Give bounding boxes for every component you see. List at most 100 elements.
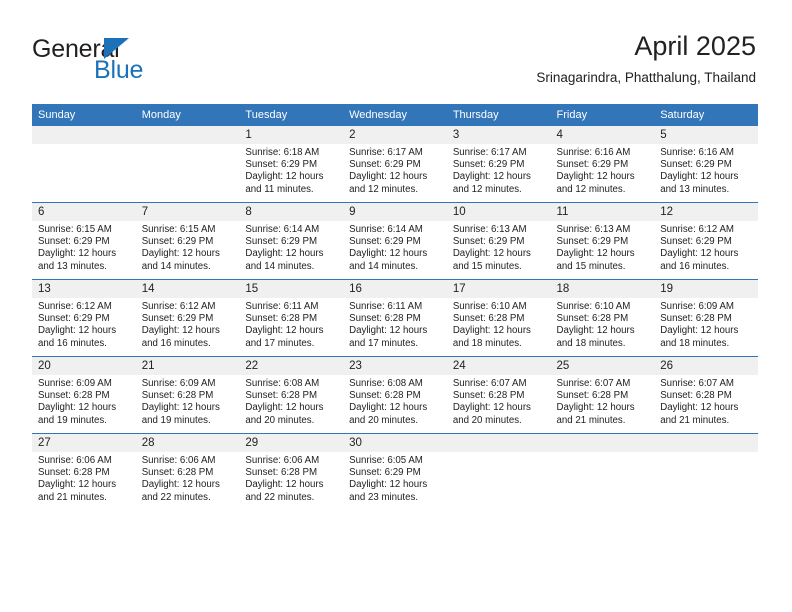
sunset-text: Sunset: 6:29 PM: [141, 313, 214, 325]
daylight-text-line2: and 21 minutes.: [660, 414, 730, 426]
calendar-body: 1 Sunrise: 6:18 AM Sunset: 6:29 PM Daylight…: [32, 126, 758, 510]
day-details: Sunrise: 6:13 AM Sunset: 6:29 PM Daylight:…: [447, 221, 551, 273]
day-number: 21: [135, 357, 240, 375]
sunset-text: Sunset: 6:29 PM: [660, 236, 732, 248]
weekday-header-saturday: Saturday: [654, 104, 758, 126]
daylight-text-line1: Daylight: 12 hours: [141, 402, 220, 414]
sunset-text: Sunset: 6:29 PM: [245, 159, 318, 171]
sunrise-text: Sunrise: 6:08 AM: [245, 378, 320, 389]
calendar-day-cell[interactable]: 15 Sunrise: 6:11 AM Sunset: 6:28 PM Dayligh…: [239, 279, 344, 357]
sunrise-text: Sunrise: 6:08 AM: [349, 378, 423, 389]
day-number: 29: [239, 434, 344, 452]
calendar-day-cell[interactable]: 28 Sunrise: 6:06 AM Sunset: 6:28 PM Dayligh…: [135, 433, 240, 510]
sunrise-text: Sunrise: 6:07 AM: [660, 378, 734, 389]
day-details: Sunrise: 6:12 AM Sunset: 6:29 PM Daylight:…: [136, 298, 240, 350]
calendar-empty-cell: [550, 433, 655, 510]
sunset-text: Sunset: 6:28 PM: [245, 313, 318, 325]
calendar-day-cell[interactable]: 8 Sunrise: 6:14 AM Sunset: 6:29 PM Daylight…: [239, 202, 344, 280]
calendar-day-cell[interactable]: 11 Sunrise: 6:13 AM Sunset: 6:29 PM Dayligh…: [550, 202, 655, 280]
day-number: 20: [32, 357, 136, 375]
calendar-day-cell[interactable]: 20 Sunrise: 6:09 AM Sunset: 6:28 PM Dayligh…: [32, 356, 136, 434]
sunrise-text: Sunrise: 6:13 AM: [556, 224, 631, 235]
calendar-empty-cell: [654, 433, 758, 510]
calendar-day-cell[interactable]: 26 Sunrise: 6:07 AM Sunset: 6:28 PM Dayligh…: [654, 356, 758, 434]
day-details: Sunrise: 6:15 AM Sunset: 6:29 PM Daylight:…: [32, 221, 136, 273]
weekday-header-row: Sunday Monday Tuesday Wednesday Thursday Frid…: [32, 104, 758, 126]
calendar-day-cell[interactable]: 17 Sunrise: 6:10 AM Sunset: 6:28 PM Dayligh…: [446, 279, 551, 357]
calendar-day-cell[interactable]: 13 Sunrise: 6:12 AM Sunset: 6:29 PM Dayligh…: [32, 279, 136, 357]
calendar-day-cell[interactable]: 1 Sunrise: 6:18 AM Sunset: 6:29 PM Daylight…: [239, 126, 344, 203]
sunset-text: Sunset: 6:28 PM: [38, 390, 110, 402]
day-details: Sunrise: 6:08 AM Sunset: 6:28 PM Daylight:…: [343, 375, 447, 427]
daylight-text-line2: and 12 minutes.: [452, 183, 522, 195]
calendar-day-cell[interactable]: 22 Sunrise: 6:08 AM Sunset: 6:28 PM Dayligh…: [239, 356, 344, 434]
calendar-day-cell[interactable]: 14 Sunrise: 6:12 AM Sunset: 6:29 PM Dayligh…: [135, 279, 240, 357]
day-details: Sunrise: 6:07 AM Sunset: 6:28 PM Daylight:…: [654, 375, 758, 427]
calendar-day-cell[interactable]: 27 Sunrise: 6:06 AM Sunset: 6:28 PM Dayligh…: [32, 433, 136, 510]
sunrise-text: Sunrise: 6:11 AM: [349, 301, 423, 312]
day-details: Sunrise: 6:11 AM Sunset: 6:28 PM Daylight:…: [239, 298, 343, 350]
daylight-text-line2: and 14 minutes.: [141, 260, 211, 272]
day-number: 23: [343, 357, 447, 375]
daylight-text-line1: Daylight: 12 hours: [660, 402, 739, 414]
calendar-day-cell[interactable]: 24 Sunrise: 6:07 AM Sunset: 6:28 PM Dayligh…: [446, 356, 551, 434]
daylight-text-line2: and 13 minutes.: [38, 260, 107, 272]
sunset-text: Sunset: 6:28 PM: [556, 390, 629, 402]
daylight-text-line2: and 16 minutes.: [660, 260, 730, 272]
page-subtitle: Srinagarindra, Phatthalung, Thailand: [536, 70, 756, 85]
weekday-header-thursday: Thursday: [446, 104, 551, 126]
sunrise-text: Sunrise: 6:17 AM: [349, 147, 423, 158]
calendar-day-cell[interactable]: 10 Sunrise: 6:13 AM Sunset: 6:29 PM Dayligh…: [446, 202, 551, 280]
calendar-day-cell[interactable]: 7 Sunrise: 6:15 AM Sunset: 6:29 PM Daylight…: [135, 202, 240, 280]
day-number: [135, 126, 240, 144]
weekday-header-wednesday: Wednesday: [343, 104, 447, 126]
daylight-text-line2: and 13 minutes.: [660, 183, 730, 195]
daylight-text-line2: and 20 minutes.: [349, 414, 419, 426]
sunset-text: Sunset: 6:28 PM: [556, 313, 629, 325]
calendar-day-cell[interactable]: 18 Sunrise: 6:10 AM Sunset: 6:28 PM Dayligh…: [550, 279, 655, 357]
day-number: 17: [446, 280, 551, 298]
calendar-day-cell[interactable]: 16 Sunrise: 6:11 AM Sunset: 6:28 PM Dayligh…: [343, 279, 447, 357]
sunset-text: Sunset: 6:28 PM: [660, 390, 732, 402]
sunset-text: Sunset: 6:29 PM: [452, 159, 525, 171]
sunrise-text: Sunrise: 6:12 AM: [141, 301, 216, 312]
day-number: 7: [135, 203, 240, 221]
day-details: Sunrise: 6:07 AM Sunset: 6:28 PM Daylight:…: [447, 375, 551, 427]
calendar-day-cell[interactable]: 19 Sunrise: 6:09 AM Sunset: 6:28 PM Dayligh…: [654, 279, 758, 357]
calendar-day-cell[interactable]: 23 Sunrise: 6:08 AM Sunset: 6:28 PM Dayligh…: [343, 356, 447, 434]
daylight-text-line1: Daylight: 12 hours: [556, 248, 635, 260]
daylight-text-line2: and 15 minutes.: [556, 260, 626, 272]
sunset-text: Sunset: 6:28 PM: [141, 467, 214, 479]
daylight-text-line2: and 19 minutes.: [141, 414, 211, 426]
day-number: [446, 434, 551, 452]
day-details: Sunrise: 6:09 AM Sunset: 6:28 PM Daylight:…: [32, 375, 136, 427]
calendar-day-cell[interactable]: 3 Sunrise: 6:17 AM Sunset: 6:29 PM Daylight…: [446, 126, 551, 203]
daylight-text-line2: and 20 minutes.: [245, 414, 315, 426]
calendar-day-cell[interactable]: 29 Sunrise: 6:06 AM Sunset: 6:28 PM Dayligh…: [239, 433, 344, 510]
calendar-day-cell[interactable]: 30 Sunrise: 6:05 AM Sunset: 6:29 PM Dayligh…: [343, 433, 447, 510]
calendar-day-cell[interactable]: 2 Sunrise: 6:17 AM Sunset: 6:29 PM Daylight…: [343, 126, 447, 203]
sunset-text: Sunset: 6:28 PM: [245, 467, 318, 479]
sunrise-text: Sunrise: 6:17 AM: [452, 147, 527, 158]
daylight-text-line1: Daylight: 12 hours: [38, 248, 117, 260]
calendar-day-cell[interactable]: 12 Sunrise: 6:12 AM Sunset: 6:29 PM Dayligh…: [654, 202, 758, 280]
day-number: [32, 126, 136, 144]
daylight-text-line2: and 21 minutes.: [38, 491, 107, 503]
day-number: [654, 434, 758, 452]
daylight-text-line1: Daylight: 12 hours: [141, 325, 220, 337]
sunrise-text: Sunrise: 6:10 AM: [556, 301, 631, 312]
daylight-text-line1: Daylight: 12 hours: [556, 171, 635, 183]
calendar-day-cell[interactable]: 21 Sunrise: 6:09 AM Sunset: 6:28 PM Dayligh…: [135, 356, 240, 434]
sunset-text: Sunset: 6:29 PM: [38, 236, 110, 248]
weekday-header-sunday: Sunday: [32, 104, 136, 126]
daylight-text-line1: Daylight: 12 hours: [38, 402, 117, 414]
calendar-empty-cell: [135, 126, 240, 203]
calendar-day-cell[interactable]: 9 Sunrise: 6:14 AM Sunset: 6:29 PM Daylight…: [343, 202, 447, 280]
calendar-day-cell[interactable]: 4 Sunrise: 6:16 AM Sunset: 6:29 PM Daylight…: [550, 126, 655, 203]
daylight-text-line2: and 18 minutes.: [556, 337, 626, 349]
calendar-day-cell[interactable]: 6 Sunrise: 6:15 AM Sunset: 6:29 PM Daylight…: [32, 202, 136, 280]
sunset-text: Sunset: 6:28 PM: [349, 390, 421, 402]
calendar-day-cell[interactable]: 25 Sunrise: 6:07 AM Sunset: 6:28 PM Dayligh…: [550, 356, 655, 434]
daylight-text-line2: and 12 minutes.: [349, 183, 419, 195]
calendar-day-cell[interactable]: 5 Sunrise: 6:16 AM Sunset: 6:29 PM Daylight…: [654, 126, 758, 203]
